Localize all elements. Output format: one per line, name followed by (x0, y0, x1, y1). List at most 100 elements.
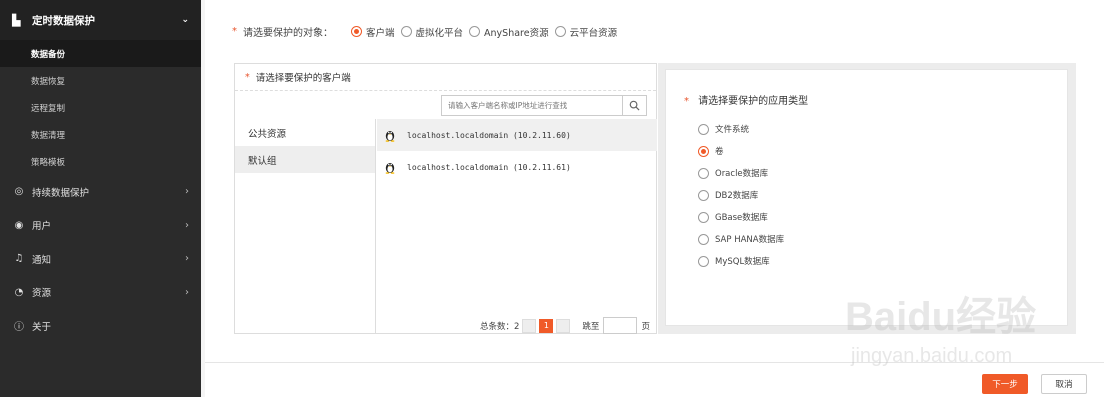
required-asterisk: * (684, 96, 689, 107)
chevron-right-icon: › (185, 253, 189, 265)
radio-label: SAP HANA数据库 (715, 235, 785, 245)
bell-icon: ♫ (14, 253, 24, 265)
radio-label: GBase数据库 (715, 213, 768, 223)
goto-page-input[interactable] (603, 317, 638, 334)
sidebar-item-label: 持续数据保护 (32, 187, 90, 199)
sidebar-item-resources[interactable]: ◔ 资源 › (0, 276, 201, 310)
sidebar-item-label: 关于 (32, 321, 52, 333)
radio-sap-hana[interactable]: SAP HANA数据库 (698, 228, 784, 250)
sidebar-item-label: 数据清理 (31, 130, 66, 141)
radio-dot (698, 167, 709, 179)
user-icon: ◉ (14, 219, 24, 231)
radio-dot (351, 26, 362, 37)
pie-icon: ◔ (14, 286, 24, 298)
required-asterisk: * (232, 26, 237, 37)
sidebar-item-policy-template[interactable]: 策略模板 (0, 148, 201, 175)
sidebar-item-remote-copy[interactable]: 远程复制 (0, 94, 201, 121)
info-icon: ⓘ (14, 322, 24, 334)
radio-volume[interactable]: 卷 (698, 140, 784, 162)
sidebar-item-data-restore[interactable]: 数据恢复 (0, 67, 201, 94)
radio-dot (698, 145, 709, 157)
client-panel-title-text: 请选择要保护的客户端 (255, 73, 351, 84)
goto-label: 跳至 (582, 321, 600, 332)
sidebar-item-data-backup[interactable]: 数据备份 (0, 40, 201, 67)
watermark-logo-text: Baidu经验 (845, 295, 1036, 339)
sidebar-item-label: 数据备份 (31, 49, 66, 60)
client-panel: * 请选择要保护的客户端 公共资源 默认组 localhost.localdom… (234, 63, 657, 334)
chevron-right-icon: › (185, 286, 189, 298)
radio-oracle[interactable]: Oracle数据库 (698, 162, 784, 184)
sidebar-item-about[interactable]: ⓘ 关于 (0, 309, 201, 343)
total-count: 总条数：2 (480, 321, 520, 332)
radio-label: Oracle数据库 (715, 169, 769, 179)
radio-label: 云平台资源 (569, 27, 618, 39)
radio-dot (469, 26, 481, 37)
chevron-right-icon: › (185, 219, 189, 231)
client-list: localhost.localdomain (10.2.11.60) local… (377, 119, 657, 183)
protect-object-label: 请选要保护的对象： (243, 28, 333, 39)
sidebar-item-users[interactable]: ◉ 用户 › (0, 209, 201, 243)
radio-client[interactable]: 客户端 (351, 25, 395, 39)
radio-label: AnyShare资源 (484, 27, 549, 39)
app-type-options: 文件系统 卷 Oracle数据库 DB2数据库 GBase数据库 SAP HAN… (698, 118, 784, 272)
radio-gbase[interactable]: GBase数据库 (698, 206, 784, 228)
sidebar-item-data-cleanup[interactable]: 数据清理 (0, 121, 201, 148)
client-search (441, 95, 647, 116)
client-item[interactable]: localhost.localdomain (10.2.11.60) (377, 119, 657, 151)
radio-label: MySQL数据库 (715, 257, 770, 267)
app-type-title: * 请选择要保护的应用类型 (684, 92, 808, 107)
linux-icon (385, 131, 395, 142)
radio-mysql[interactable]: MySQL数据库 (698, 250, 784, 272)
radio-label: 虚拟化平台 (415, 27, 464, 39)
client-panel-title: * 请选择要保护的客户端 (235, 64, 656, 91)
client-group-list: 公共资源 默认组 (235, 119, 376, 334)
radio-file-system[interactable]: 文件系统 (698, 118, 784, 140)
client-item[interactable]: localhost.localdomain (10.2.11.61) (377, 151, 657, 183)
radio-dot (554, 26, 566, 37)
sidebar-sub-list: 数据备份 数据恢复 远程复制 数据清理 策略模板 (0, 40, 201, 175)
client-label: localhost.localdomain (10.2.11.61) (407, 162, 571, 172)
group-item-public[interactable]: 公共资源 (235, 119, 375, 146)
sidebar-item-label: 数据恢复 (31, 76, 66, 87)
radio-label: 文件系统 (715, 125, 750, 135)
sidebar: ▙ 定时数据保护 ⌄ 数据备份 数据恢复 远程复制 数据清理 策略模板 ◎ 持续… (0, 0, 201, 397)
client-search-input[interactable] (442, 96, 622, 115)
chevron-right-icon: › (185, 186, 189, 198)
baidu-watermark: Baidu经验 jingyan.baidu.com (845, 295, 1036, 367)
radio-dot (698, 255, 709, 267)
sidebar-item-notifications[interactable]: ♫ 通知 › (0, 242, 201, 276)
radio-label: DB2数据库 (715, 191, 759, 201)
group-item-default[interactable]: 默认组 (235, 146, 375, 173)
radio-label: 客户端 (366, 27, 395, 39)
radio-anyshare[interactable]: AnyShare资源 (469, 25, 549, 39)
radio-db2[interactable]: DB2数据库 (698, 184, 784, 206)
search-button[interactable] (622, 96, 646, 115)
radio-cloud[interactable]: 云平台资源 (554, 25, 618, 39)
pagination: 总条数：2 1 跳至 页 (480, 317, 650, 334)
sidebar-item-label: 策略模板 (31, 157, 66, 168)
app-type-title-text: 请选择要保护的应用类型 (698, 96, 809, 107)
sidebar-item-continuous-protection[interactable]: ◎ 持续数据保护 › (0, 175, 201, 209)
continuous-icon: ◎ (14, 186, 24, 198)
radio-dot (698, 211, 709, 223)
next-step-button[interactable]: 下一步 (982, 374, 1028, 394)
search-icon (629, 100, 640, 111)
watermark-url: jingyan.baidu.com (850, 345, 1012, 367)
sidebar-group-scheduled-protection[interactable]: ▙ 定时数据保护 ⌄ (0, 0, 201, 40)
cancel-button[interactable]: 取消 (1041, 374, 1087, 394)
next-page-button[interactable] (556, 318, 571, 333)
radio-dot (400, 26, 412, 37)
group-label: 公共资源 (248, 128, 287, 140)
chevron-down-icon: ⌄ (181, 15, 189, 25)
required-asterisk: * (245, 71, 250, 83)
prev-page-button[interactable] (522, 318, 537, 333)
sidebar-item-label: 远程复制 (31, 103, 66, 114)
radio-dot (698, 123, 709, 135)
app-window: ▙ 定时数据保护 ⌄ 数据备份 数据恢复 远程复制 数据清理 策略模板 ◎ 持续… (0, 0, 1104, 397)
radio-dot (698, 233, 709, 245)
radio-dot (698, 189, 709, 201)
page-number-button[interactable]: 1 (539, 318, 554, 333)
backup-icon: ▙ (12, 13, 21, 27)
radio-virtualization[interactable]: 虚拟化平台 (400, 25, 464, 39)
client-label: localhost.localdomain (10.2.11.60) (407, 130, 571, 140)
